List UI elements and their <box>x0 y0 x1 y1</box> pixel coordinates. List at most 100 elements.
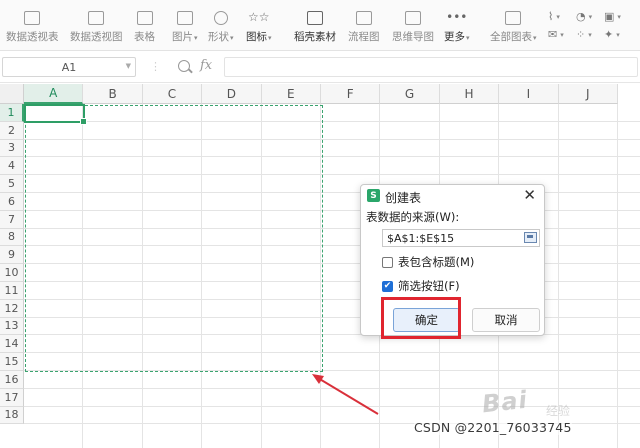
name-box[interactable]: A1 ▼ <box>2 57 136 77</box>
docer-material-icon <box>307 11 323 25</box>
mindmap-label: 思维导图 <box>392 31 434 43</box>
name-box-value: A1 <box>61 60 77 74</box>
shape-button[interactable]: 形状▾ <box>208 0 234 44</box>
more-dots-icon: ••• <box>446 10 468 24</box>
range-select-icon[interactable] <box>524 232 537 243</box>
pivot-table-button[interactable]: 数据透视表 <box>6 0 59 44</box>
column-header[interactable]: C <box>142 84 203 104</box>
column-header[interactable]: H <box>439 84 500 104</box>
pivot-chart-button[interactable]: 数据透视图 <box>70 0 123 44</box>
row-header[interactable]: 6 <box>0 193 24 211</box>
formula-input[interactable] <box>224 57 638 77</box>
line-chart-button[interactable]: ⌇ ▾ <box>548 10 560 23</box>
column-header[interactable]: E <box>261 84 321 104</box>
dialog-title: 创建表 <box>385 191 422 205</box>
icon-library-label: 图标▾ <box>246 31 272 43</box>
area-chart-button[interactable]: ▣ ▾ <box>604 10 621 23</box>
separator-icon: ⋮ <box>150 60 161 73</box>
radar-chart-icon: ✦ <box>604 28 614 41</box>
table-label: 表格 <box>134 31 155 43</box>
envelope-icon: ✉ <box>548 28 558 41</box>
docer-material-button[interactable]: 稻壳素材 <box>294 0 336 44</box>
unchecked-box-icon[interactable] <box>382 256 393 268</box>
row-header[interactable]: 18 <box>0 406 24 425</box>
row-header[interactable]: 2 <box>0 121 24 140</box>
mail-chart-button[interactable]: ✉ ▾ <box>548 28 564 41</box>
picture-button[interactable]: 图片▾ <box>172 0 198 44</box>
ok-button[interactable]: 确定 <box>393 308 460 332</box>
bar-chart-icon <box>505 11 522 25</box>
baidu-watermark: Bai <box>480 385 530 419</box>
range-input[interactable]: $A$1:$E$15 <box>382 229 540 247</box>
selected-range-marquee <box>25 105 323 372</box>
fx-icon[interactable]: fx <box>200 58 212 73</box>
row-header[interactable]: 15 <box>0 353 24 371</box>
column-header[interactable]: B <box>83 84 143 104</box>
row-header[interactable]: 10 <box>0 264 24 282</box>
area-chart-icon: ▣ <box>604 10 615 23</box>
table-button[interactable]: 表格 <box>134 0 155 44</box>
row-header[interactable]: 11 <box>0 282 24 300</box>
range-value: $A$1:$E$15 <box>387 232 455 245</box>
pivot-table-icon <box>24 11 41 25</box>
pie-chart-button[interactable]: ◔ ▾ <box>576 10 592 23</box>
checked-box-icon[interactable]: ✔ <box>382 280 393 292</box>
row-header[interactable]: 17 <box>0 388 24 407</box>
column-header[interactable]: J <box>558 84 618 104</box>
scatter-chart-button[interactable]: ⁘ ▾ <box>576 28 592 41</box>
credit-text: CSDN @2201_76033745 <box>414 420 572 435</box>
mindmap-icon <box>405 11 421 25</box>
headers-checkbox-label: 表包含标题(M) <box>398 255 475 269</box>
column-header[interactable]: D <box>202 84 262 104</box>
row-header[interactable]: 12 <box>0 299 24 318</box>
scatter-chart-icon: ⁘ <box>576 28 586 41</box>
pie-chart-icon: ◔ <box>576 10 586 23</box>
baidu-watermark-sub: 经验 <box>546 404 571 418</box>
ribbon-toolbar: 数据透视表 数据透视图 表格 图片▾ 形状▾ ☆☆ 图标▾ 稻壳素材 流程图 思… <box>0 0 640 51</box>
search-icon[interactable] <box>178 60 190 72</box>
active-cell[interactable] <box>24 104 87 125</box>
flowchart-label: 流程图 <box>348 31 380 43</box>
docer-material-label: 稻壳素材 <box>294 31 336 43</box>
radar-chart-button[interactable]: ✦ ▾ <box>604 28 620 41</box>
row-header[interactable]: 1 <box>0 104 24 122</box>
row-header[interactable]: 5 <box>0 175 24 193</box>
line-chart-icon: ⌇ <box>548 10 554 23</box>
row-header[interactable]: 3 <box>0 139 24 158</box>
row-header[interactable]: 4 <box>0 157 24 176</box>
pivot-table-label: 数据透视表 <box>6 31 59 43</box>
column-header[interactable]: A <box>24 84 84 104</box>
close-icon[interactable]: ✕ <box>523 186 536 204</box>
column-header[interactable]: I <box>499 84 559 104</box>
row-header[interactable]: 9 <box>0 246 24 265</box>
source-label: 表数据的来源(W): <box>366 210 460 224</box>
wps-sheet-logo-icon: S <box>367 189 380 202</box>
annotation-arrow <box>312 374 379 415</box>
shape-icon <box>213 11 228 25</box>
picture-icon <box>176 11 193 25</box>
icon-library-button[interactable]: ☆☆ 图标▾ <box>246 0 272 44</box>
headers-checkbox[interactable]: 表包含标题(M) <box>382 254 474 270</box>
cancel-button[interactable]: 取消 <box>472 308 540 332</box>
dialog-titlebar[interactable]: S 创建表 ✕ <box>361 185 544 207</box>
icon-library-icon: ☆☆ <box>248 10 270 24</box>
select-all-corner[interactable] <box>0 84 24 104</box>
flowchart-button[interactable]: 流程图 <box>348 0 380 44</box>
pivot-chart-label: 数据透视图 <box>70 31 123 43</box>
more-button[interactable]: ••• 更多▾ <box>444 0 470 44</box>
chevron-down-icon[interactable]: ▼ <box>126 62 131 70</box>
more-label: 更多▾ <box>444 31 470 43</box>
column-header[interactable]: F <box>321 84 381 104</box>
row-header[interactable]: 16 <box>0 371 24 389</box>
mindmap-button[interactable]: 思维导图 <box>392 0 434 44</box>
all-charts-button[interactable]: 全部图表▾ <box>490 0 537 44</box>
filter-checkbox-label: 筛选按钮(F) <box>398 279 460 293</box>
row-header[interactable]: 7 <box>0 210 24 229</box>
row-header[interactable]: 14 <box>0 335 24 354</box>
row-header[interactable]: 8 <box>0 228 24 247</box>
create-table-dialog: S 创建表 ✕ 表数据的来源(W): $A$1:$E$15 表包含标题(M) ✔… <box>360 184 545 336</box>
column-header[interactable]: G <box>380 84 440 104</box>
filter-checkbox[interactable]: ✔ 筛选按钮(F) <box>382 278 460 294</box>
formula-bar: A1 ▼ ⋮ fx <box>0 52 640 83</box>
row-header[interactable]: 13 <box>0 317 24 336</box>
